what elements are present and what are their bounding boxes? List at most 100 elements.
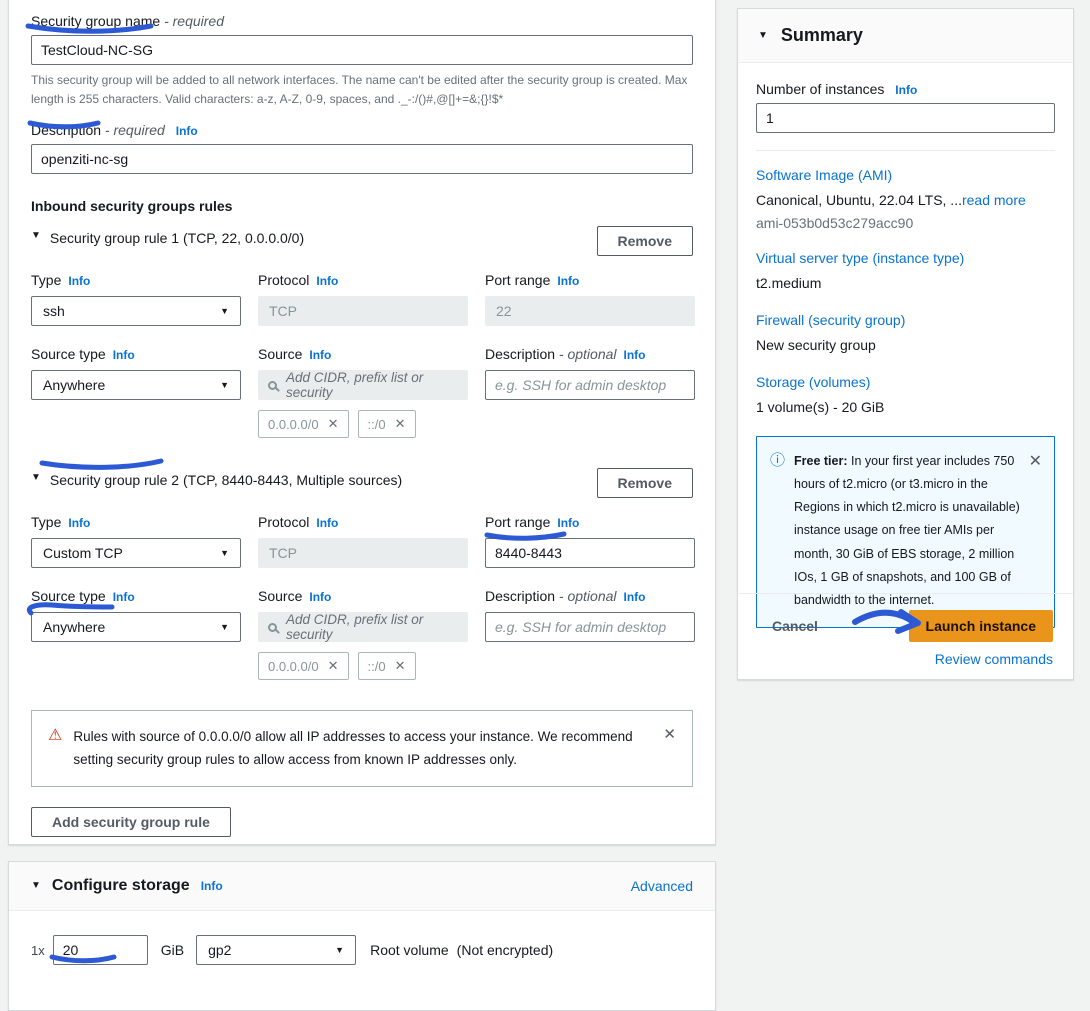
rule-2-title: Security group rule 2 (TCP, 8440-8443, M… [50,472,402,488]
source-token: 0.0.0.0/0 ✕ [258,410,349,438]
software-image-desc: Canonical, Ubuntu, 22.04 LTS, ... [756,192,962,208]
storage-volumes-link[interactable]: Storage (volumes) [756,374,1055,390]
type-label: Type [31,514,61,530]
rule-2-disclosure[interactable]: ▼ Security group rule 2 (TCP, 8440-8443,… [31,468,402,488]
source-type-label: Source type [31,346,106,362]
configure-storage-info-link[interactable]: Info [201,879,223,893]
search-icon [268,623,277,632]
close-icon[interactable]: ✕ [1029,447,1042,477]
protocol-info-link[interactable]: Info [316,516,338,530]
port-range-info-link[interactable]: Info [557,516,579,530]
source-label: Source [258,346,302,362]
source-type-info-link[interactable]: Info [113,590,135,604]
number-of-instances-label: Number of instances Info [756,81,1055,97]
caret-down-icon: ▼ [758,30,768,42]
inbound-rules-heading: Inbound security groups rules [31,198,693,214]
source-search-input[interactable]: Add CIDR, prefix list or security [258,370,468,400]
root-volume-label: Root volume [370,942,449,958]
volume-type-select[interactable]: gp2 ▼ [196,935,356,965]
protocol-label: Protocol [258,514,309,530]
chevron-down-icon: ▼ [220,380,229,391]
search-icon [268,381,277,390]
number-of-instances-info-link[interactable]: Info [895,83,917,97]
token-value: ::/0 [368,417,386,432]
type-info-link[interactable]: Info [68,274,90,288]
type-info-link[interactable]: Info [68,516,90,530]
instance-type-link[interactable]: Virtual server type (instance type) [756,250,1055,266]
security-group-rule-2: ▼ Security group rule 2 (TCP, 8440-8443,… [31,468,693,680]
rule-description-input[interactable] [485,612,695,642]
volume-unit-label: GiB [161,942,184,958]
source-search-placeholder: Add CIDR, prefix list or security [286,612,458,642]
info-icon: ⓘ [770,450,785,612]
review-commands-link[interactable]: Review commands [935,651,1053,667]
instance-type-entry: Virtual server type (instance type) t2.m… [756,250,1055,294]
remove-rule-2-button[interactable]: Remove [597,468,693,498]
port-range-label: Port range [485,514,550,530]
storage-advanced-link[interactable]: Advanced [631,878,693,894]
type-select[interactable]: ssh ▼ [31,296,241,326]
description-info-link[interactable]: Info [176,124,198,138]
rule-description-info-link[interactable]: Info [624,348,646,362]
type-select[interactable]: Custom TCP ▼ [31,538,241,568]
security-group-name-label: Security group name - required [31,13,693,29]
summary-title: Summary [781,25,863,46]
port-range-info-link[interactable]: Info [557,274,579,288]
number-of-instances-input[interactable] [756,103,1055,133]
close-icon[interactable]: ✕ [663,723,676,748]
software-image-link[interactable]: Software Image (AMI) [756,167,1055,183]
summary-disclosure[interactable]: ▼ Summary [738,9,1073,63]
configure-storage-panel: ▼ Configure storage Info Advanced 1x GiB… [8,861,716,1011]
source-search-input[interactable]: Add CIDR, prefix list or security [258,612,468,642]
launch-instance-button[interactable]: Launch instance [909,610,1053,642]
protocol-label: Protocol [258,272,309,288]
firewall-link[interactable]: Firewall (security group) [756,312,1055,328]
rule-1-disclosure[interactable]: ▼ Security group rule 1 (TCP, 22, 0.0.0.… [31,226,304,246]
source-type-info-link[interactable]: Info [113,348,135,362]
security-group-name-input[interactable] [31,35,693,65]
remove-rule-1-button[interactable]: Remove [597,226,693,256]
token-value: ::/0 [368,659,386,674]
token-value: 0.0.0.0/0 [268,417,319,432]
source-token: 0.0.0.0/0 ✕ [258,652,349,680]
source-type-label: Source type [31,588,106,604]
warning-icon: ⚠ [48,726,62,771]
close-icon[interactable]: ✕ [328,416,339,432]
caret-down-icon: ▼ [31,472,41,484]
read-more-link[interactable]: read more [962,192,1026,208]
cancel-button[interactable]: Cancel [772,618,818,634]
rule-description-label: Description [485,588,555,604]
source-search-placeholder: Add CIDR, prefix list or security [286,370,458,400]
source-type-select[interactable]: Anywhere ▼ [31,370,241,400]
source-type-select[interactable]: Anywhere ▼ [31,612,241,642]
source-token: ::/0 ✕ [358,652,416,680]
volume-count-label: 1x [31,943,45,958]
close-icon[interactable]: ✕ [328,658,339,674]
rule-description-input[interactable] [485,370,695,400]
type-label: Type [31,272,61,288]
close-icon[interactable]: ✕ [395,658,406,674]
type-select-value: ssh [43,303,65,319]
optional-suffix: - optional [559,346,617,362]
firewall-entry: Firewall (security group) New security g… [756,312,1055,356]
rule-1-title: Security group rule 1 (TCP, 22, 0.0.0.0/… [50,230,304,246]
warning-text: Rules with source of 0.0.0.0/0 allow all… [73,726,636,771]
rule-description-info-link[interactable]: Info [624,590,646,604]
configure-storage-disclosure[interactable]: ▼ Configure storage Info [31,877,223,895]
description-label: Description - required Info [31,122,693,138]
volume-size-input[interactable] [53,935,148,965]
source-info-link[interactable]: Info [309,348,331,362]
port-range-input[interactable] [485,538,695,568]
protocol-info-link[interactable]: Info [316,274,338,288]
summary-footer: Cancel Launch instance Review commands [738,593,1073,667]
chevron-down-icon: ▼ [220,548,229,559]
description-input[interactable] [31,144,693,174]
close-icon[interactable]: ✕ [395,416,406,432]
add-security-group-rule-button[interactable]: Add security group rule [31,807,231,837]
storage-entry: Storage (volumes) 1 volume(s) - 20 GiB [756,374,1055,418]
security-group-rule-1: ▼ Security group rule 1 (TCP, 22, 0.0.0.… [31,226,693,438]
source-info-link[interactable]: Info [309,590,331,604]
port-range-label: Port range [485,272,550,288]
encryption-status: (Not encrypted) [457,942,553,958]
source-label: Source [258,588,302,604]
